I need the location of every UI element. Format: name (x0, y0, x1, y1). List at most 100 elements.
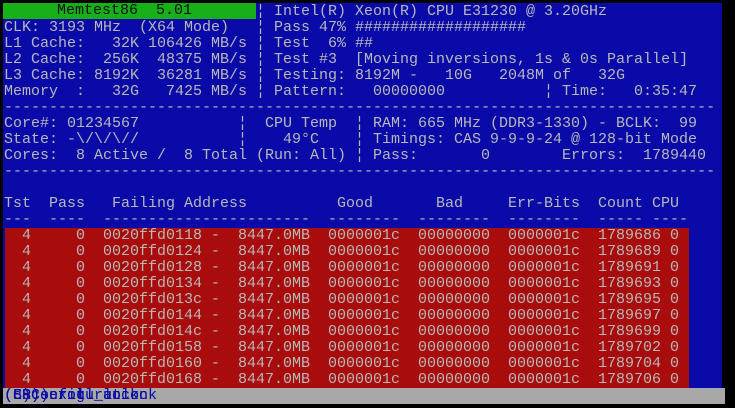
row-failing-address: 0020ffd014c - (103, 323, 221, 340)
row-err-bits: 0000001c (508, 259, 581, 276)
row-failing-address: 0020ffd0144 - (103, 307, 221, 324)
header-row-5: Memory : 32G 7425 MB/s ¦ Pattern: 000000… (4, 84, 724, 100)
row-address-mb: 8447.0MB (238, 371, 311, 388)
row-good: 0000001c (328, 275, 401, 292)
row-count: 1789686 (598, 227, 662, 244)
col-pass: Pass (49, 195, 86, 212)
row-good: 0000001c (328, 371, 401, 388)
row-pass: 0 (76, 259, 86, 276)
table-row: 4 0 0020ffd0134 -8447.0MB 0000001c 00000000 0… (4, 276, 724, 292)
separator: ¦ (256, 67, 266, 84)
header-row-0: Memtest86 5.01 ¦ Intel(R) Xeon(R) CPU E3… (3, 3, 724, 20)
row-cpu: 0 (670, 227, 680, 244)
row-err-bits: 0000001c (508, 291, 581, 308)
row-good: 0000001c (328, 243, 401, 260)
row-good: 0000001c (328, 227, 401, 244)
row-count: 1789706 (598, 371, 662, 388)
row-test: 4 (22, 227, 32, 244)
row-count: 1789699 (598, 323, 662, 340)
testing-range: Testing: 8192M - 10G 2048M of 32G (274, 67, 626, 84)
table-row: 4 0 0020ffd0160 -8447.0MB 0000001c 00000000 0… (4, 356, 724, 372)
table-header: Tst Pass Failing Address Good Bad Err-Bi… (4, 196, 724, 212)
row-err-bits: 0000001c (508, 371, 581, 388)
divider-line: ----------------------------------------… (4, 99, 716, 116)
header-row-2: L1 Cache: 32K 106426 MB/s ¦ Test 6% ## (4, 36, 724, 52)
row-good: 0000001c (328, 339, 401, 356)
pass-label: Pass: (373, 147, 419, 164)
header-row-1: CLK: 3193 MHz (X64 Mode) ¦ Pass 47% ####… (4, 20, 724, 36)
separator: ¦ (238, 131, 248, 148)
col-bad: Bad (436, 195, 464, 212)
timings: Timings: CAS 9-9-9-24 @ 128-bit Mode (373, 131, 698, 148)
separator: ¦ (238, 115, 248, 132)
scroll-unlock-command[interactable]: (CR)scroll_unlock (4, 388, 157, 404)
row-count: 1789695 (598, 291, 662, 308)
row-good: 0000001c (328, 323, 401, 340)
col-tst: Tst (4, 195, 32, 212)
separator: ¦ (355, 131, 365, 148)
table-row: 4 0 0020ffd0128 -8447.0MB 0000001c 00000000 0… (4, 260, 724, 276)
row-pass: 0 (76, 307, 86, 324)
row-count: 1789693 (598, 275, 662, 292)
title-bar: Memtest86 5.01 (3, 3, 256, 19)
memory-info: Memory : 32G 7425 MB/s (4, 83, 248, 100)
table-row: 4 0 0020ffd0124 -8447.0MB 0000001c 00000000 0… (4, 244, 724, 260)
col-cpu: CPU (652, 195, 680, 212)
underline: ----------------------- (103, 211, 311, 228)
divider-line: ----------------------------------------… (4, 163, 716, 180)
row-address-mb: 8447.0MB (238, 227, 311, 244)
cpu-name: Intel(R) Xeon(R) CPU E31230 @ 3.20GHz (274, 3, 608, 20)
pass-count: 0 (481, 147, 491, 164)
row-test: 4 (22, 371, 32, 388)
row-bad: 00000000 (418, 275, 491, 292)
underline: ---- (49, 211, 86, 228)
row-good: 0000001c (328, 259, 401, 276)
row-failing-address: 0020ffd0128 - (103, 259, 221, 276)
l1-cache: L1 Cache: 32K 106426 MB/s (4, 35, 248, 52)
row-failing-address: 0020ffd0134 - (103, 275, 221, 292)
test-progress: Test 6% ## (274, 35, 374, 52)
row-count: 1789702 (598, 339, 662, 356)
row-address-mb: 8447.0MB (238, 275, 311, 292)
core-state: State: -\/\/\// (4, 131, 140, 148)
l2-cache: L2 Cache: 256K 48375 MB/s (4, 51, 248, 68)
row-err-bits: 0000001c (508, 275, 581, 292)
row-address-mb: 8447.0MB (238, 291, 311, 308)
separator: ¦ (256, 51, 266, 68)
test-name: Test #3 [Moving inversions, 1s & 0s Para… (274, 51, 689, 68)
row-cpu: 0 (670, 323, 680, 340)
row-bad: 00000000 (418, 371, 491, 388)
row-pass: 0 (76, 275, 86, 292)
row-failing-address: 0020ffd013c - (103, 291, 221, 308)
app-title: Memtest86 5.01 (57, 2, 193, 19)
elapsed-time: 0:35:47 (634, 83, 698, 100)
row-failing-address: 0020ffd0160 - (103, 355, 221, 372)
row-count: 1789691 (598, 259, 662, 276)
separator: ¦ (256, 35, 266, 52)
clock-info: CLK: 3193 MHz (X64 Mode) (4, 19, 230, 36)
pattern-label: Pattern: (274, 83, 347, 100)
row-test: 4 (22, 307, 32, 324)
col-failing-address: Failing Address (112, 195, 248, 212)
pattern-value: 00000000 (373, 83, 446, 100)
row-pass: 0 (76, 323, 86, 340)
table-header-underline: --- ---- ----------------------- -------… (4, 212, 724, 228)
time-label: Time: (562, 83, 608, 100)
row-cpu: 0 (670, 371, 680, 388)
table-row: 4 0 0020ffd0168 - 8447.0MB 0000001c 00000000 0… (4, 372, 724, 388)
row-pass: 0 (76, 339, 86, 356)
pass-progress: Pass 47% ################### (274, 19, 527, 36)
status-row-2: Cores: 8 Active / 8 Total (Run: All) ¦ P… (4, 148, 724, 164)
row-address-mb: 8447.0MB (238, 355, 311, 372)
row-failing-address: 0020ffd0168 - (103, 371, 221, 388)
table-row: 4 0 0020ffd0118 -8447.0MB 0000001c 00000000 0… (4, 228, 724, 244)
underline: -------- (418, 211, 491, 228)
cores-info: Cores: 8 Active / 8 Total (Run: All) (4, 147, 347, 164)
row-failing-address: 0020ffd0118 - (103, 227, 221, 244)
row-bad: 00000000 (418, 339, 491, 356)
row-count: 1789704 (598, 355, 662, 372)
row-address-mb: 8447.0MB (238, 339, 311, 356)
divider: ----------------------------------------… (4, 100, 724, 116)
ram-info: RAM: 665 MHz (DDR3-1330) - BCLK: 99 (373, 115, 698, 132)
row-address-mb: 8447.0MB (238, 323, 311, 340)
